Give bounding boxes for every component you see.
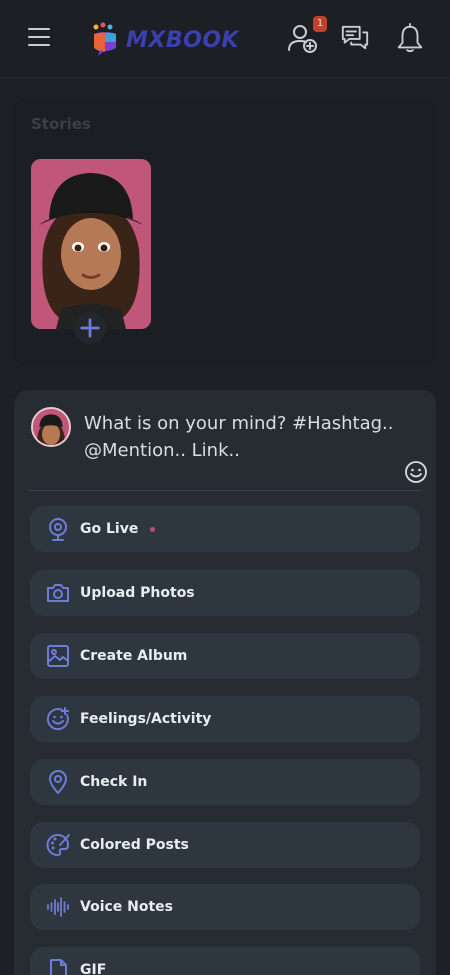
go-live-label: Go Live [80, 521, 139, 537]
composer-divider [28, 490, 422, 491]
smiley-icon [405, 461, 427, 483]
create-story-tile[interactable] [31, 159, 151, 329]
chat-icon [341, 25, 369, 50]
stories-title: Stories [31, 115, 91, 133]
user-avatar[interactable] [31, 407, 71, 447]
gif-label: GIF [80, 962, 107, 975]
colored-posts-label: Colored Posts [80, 837, 189, 853]
messages-button[interactable] [340, 23, 370, 53]
feelings-activity-label: Feelings/Activity [80, 711, 212, 727]
camera-icon [44, 579, 72, 607]
location-pin-icon [44, 768, 72, 796]
top-navbar: MXBOOK 1 [0, 0, 450, 78]
upload-photos-label: Upload Photos [80, 585, 195, 601]
hamburger-icon[interactable] [28, 28, 50, 46]
add-story-button[interactable] [74, 312, 106, 344]
post-composer: What is on your mind? #Hashtag.. @Mentio… [14, 390, 436, 975]
colored-posts-button[interactable]: Colored Posts [30, 822, 420, 868]
bell-icon [397, 23, 423, 53]
image-icon [44, 642, 72, 670]
friend-requests-button[interactable]: 1 [287, 16, 327, 54]
gif-file-icon [44, 956, 72, 975]
waveform-icon [44, 893, 72, 921]
go-live-button[interactable]: Go Live [30, 506, 420, 552]
voice-notes-label: Voice Notes [80, 899, 174, 915]
upload-photos-button[interactable]: Upload Photos [30, 570, 420, 616]
logo-mark-icon [90, 22, 120, 58]
check-in-button[interactable]: Check In [30, 759, 420, 805]
live-indicator-dot [150, 526, 156, 532]
feelings-activity-button[interactable]: Feelings/Activity [30, 696, 420, 742]
post-input[interactable]: What is on your mind? #Hashtag.. @Mentio… [84, 410, 404, 464]
memoji-avatar [33, 409, 69, 445]
notifications-button[interactable] [395, 23, 425, 53]
create-album-button[interactable]: Create Album [30, 633, 420, 679]
emoji-button[interactable] [404, 460, 428, 484]
plus-icon [80, 318, 100, 338]
smiley-icon [44, 705, 72, 733]
create-album-label: Create Album [80, 648, 188, 664]
voice-notes-button[interactable]: Voice Notes [30, 884, 420, 930]
check-in-label: Check In [80, 774, 148, 790]
gif-button[interactable]: GIF [30, 947, 420, 975]
memoji-avatar [31, 159, 151, 329]
stories-section: Stories [14, 97, 436, 367]
palette-icon [44, 831, 72, 859]
friend-requests-badge: 1 [313, 16, 327, 32]
app-logo[interactable]: MXBOOK [90, 20, 239, 60]
app-name: MXBOOK [126, 27, 240, 53]
webcam-icon [44, 515, 72, 543]
